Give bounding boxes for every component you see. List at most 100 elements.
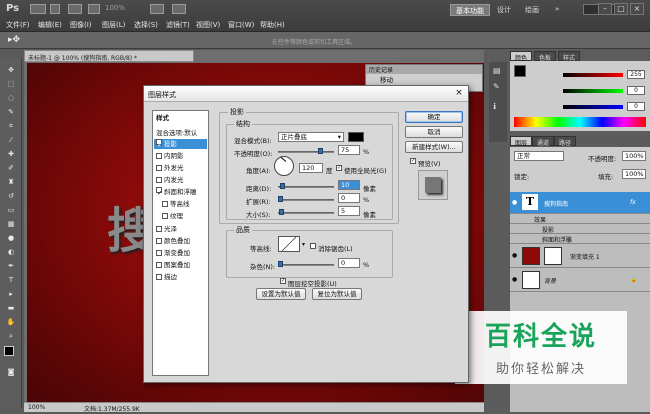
style-item-inner-glow[interactable]: 内发光: [154, 175, 207, 185]
path-select-icon[interactable]: ▸: [6, 290, 16, 299]
style-item-pattern-overlay[interactable]: 图案叠加: [154, 260, 207, 270]
spread-slider-knob[interactable]: [278, 196, 283, 202]
menu-image[interactable]: 图像(I): [70, 20, 92, 30]
tab-styles[interactable]: 样式: [558, 51, 581, 62]
fx-icon[interactable]: fx: [630, 199, 636, 206]
crop-tool-icon[interactable]: ⌗: [6, 122, 16, 131]
menu-file[interactable]: 文件(F): [6, 20, 30, 30]
tab-layers[interactable]: 图层: [510, 136, 533, 147]
blend-mode-select[interactable]: 正片叠底 ▾: [278, 132, 344, 142]
checkbox-icon[interactable]: [162, 201, 168, 207]
distance-slider[interactable]: [278, 186, 334, 188]
move-tool-icon[interactable]: ▸✥: [8, 35, 20, 45]
eye-icon[interactable]: ●: [512, 199, 517, 206]
reset-default-button[interactable]: 复位为默认值: [312, 288, 362, 300]
checkbox-icon[interactable]: ✓: [156, 187, 162, 197]
blur-tool-icon[interactable]: ●: [6, 234, 16, 243]
info-icon[interactable]: ℹ: [493, 102, 496, 111]
blue-slider[interactable]: [563, 105, 623, 109]
hand-tool-icon[interactable]: ✋: [6, 318, 16, 327]
spread-input[interactable]: 0: [338, 193, 360, 203]
red-slider[interactable]: [563, 73, 623, 77]
distance-input[interactable]: 10: [338, 180, 360, 190]
layer-row-text[interactable]: ● T 搜狗指南 fx: [510, 192, 650, 214]
opacity-slider-knob[interactable]: [318, 148, 323, 154]
global-light-checkbox[interactable]: ✓: [336, 165, 342, 171]
layer-effects-row[interactable]: 效果: [510, 214, 650, 224]
status-doc-size[interactable]: 文档:1.37M/255.9K: [84, 404, 140, 413]
spread-slider[interactable]: [278, 199, 334, 201]
style-item-stroke[interactable]: 描边: [154, 272, 207, 282]
zoom-tool-icon[interactable]: ⌕: [6, 332, 16, 341]
shadow-color-swatch[interactable]: [348, 132, 364, 142]
bridge-icon[interactable]: [30, 4, 46, 14]
brush-tool-icon[interactable]: ✐: [6, 164, 16, 173]
new-style-button[interactable]: 新建样式(W)...: [405, 141, 463, 153]
quick-select-tool-icon[interactable]: ✎: [6, 108, 16, 117]
layer-fill[interactable]: 100%: [622, 169, 646, 179]
eye-icon[interactable]: ●: [512, 276, 517, 283]
blend-options-item[interactable]: 混合选项:默认: [154, 128, 207, 138]
green-slider[interactable]: [563, 89, 623, 93]
knockout-checkbox[interactable]: ✓: [280, 278, 286, 284]
eyedropper-tool-icon[interactable]: ⁄: [6, 136, 16, 145]
layer-opacity[interactable]: 100%: [622, 151, 646, 161]
lasso-tool-icon[interactable]: ◌: [6, 94, 16, 103]
menu-layer[interactable]: 图层(L): [102, 20, 125, 30]
type-tool-icon[interactable]: T: [6, 276, 16, 285]
style-item-satin[interactable]: 光泽: [154, 224, 207, 234]
layer-name[interactable]: 搜狗指南: [544, 199, 568, 208]
menu-edit[interactable]: 编辑(E): [38, 20, 62, 30]
status-zoom[interactable]: 100%: [28, 404, 45, 411]
document-tab[interactable]: 未标题-1 @ 100% (搜狗指南, RGB/8) *: [24, 50, 194, 62]
cancel-button[interactable]: 取消: [405, 126, 463, 138]
angle-dial[interactable]: [274, 156, 294, 176]
close-icon[interactable]: ×: [630, 3, 644, 15]
maximize-icon[interactable]: □: [614, 3, 628, 15]
arrange-documents-icon[interactable]: [150, 4, 164, 14]
shape-tool-icon[interactable]: ▬: [6, 304, 16, 313]
stamp-tool-icon[interactable]: ♜: [6, 178, 16, 187]
workspace-design[interactable]: 设计: [492, 4, 516, 16]
workspace-essentials[interactable]: 基本功能: [450, 4, 490, 16]
checkbox-icon[interactable]: [156, 153, 162, 159]
opacity-slider[interactable]: [278, 151, 334, 153]
tab-color[interactable]: 颜色: [510, 51, 533, 62]
style-item-drop-shadow[interactable]: ✓ 投影: [154, 139, 207, 149]
angle-input[interactable]: 120: [299, 163, 323, 173]
green-value[interactable]: 0: [627, 86, 645, 95]
distance-slider-knob[interactable]: [280, 183, 285, 189]
layer-row-gradient[interactable]: ● 渐变填充 1: [510, 244, 650, 268]
checkbox-icon[interactable]: [162, 213, 168, 219]
tab-swatches[interactable]: 色板: [534, 51, 557, 62]
style-item-outer-glow[interactable]: 外发光: [154, 163, 207, 173]
history-brush-icon[interactable]: ↺: [6, 192, 16, 201]
style-item-bevel[interactable]: ✓ 斜面和浮雕: [154, 187, 207, 197]
workspace-more[interactable]: »: [550, 4, 564, 16]
layer-blend-mode[interactable]: 正常: [514, 151, 564, 161]
minibridge-icon[interactable]: [50, 4, 60, 14]
contour-picker[interactable]: [278, 236, 300, 252]
adjustments-icon[interactable]: ▤: [493, 66, 501, 75]
screen-mode-icon[interactable]: [172, 4, 186, 14]
tab-channels[interactable]: 通道: [532, 136, 555, 147]
menu-filter[interactable]: 滤镜(T): [166, 20, 190, 30]
antialias-checkbox[interactable]: [310, 243, 316, 249]
size-input[interactable]: 5: [338, 206, 360, 216]
noise-slider[interactable]: [278, 264, 334, 266]
checkbox-icon[interactable]: [156, 177, 162, 183]
brush-panel-icon[interactable]: ✎: [493, 82, 500, 91]
style-item-contour[interactable]: 等高线: [154, 199, 207, 209]
size-slider-knob[interactable]: [279, 209, 284, 215]
style-item-inner-shadow[interactable]: 内阴影: [154, 151, 207, 161]
minimize-icon[interactable]: –: [598, 3, 612, 15]
hand-icon[interactable]: [88, 4, 100, 14]
menu-help[interactable]: 帮助(H): [260, 20, 285, 30]
quick-mask-icon[interactable]: ◙: [6, 368, 16, 377]
layer-effect-dropshadow[interactable]: 投影: [510, 224, 650, 234]
marquee-tool-icon[interactable]: ⬚: [6, 80, 16, 89]
checkbox-icon[interactable]: [156, 226, 162, 232]
fg-color-swatch[interactable]: [514, 65, 526, 77]
checkbox-icon[interactable]: ✓: [156, 139, 162, 149]
make-default-button[interactable]: 设置为默认值: [256, 288, 306, 300]
